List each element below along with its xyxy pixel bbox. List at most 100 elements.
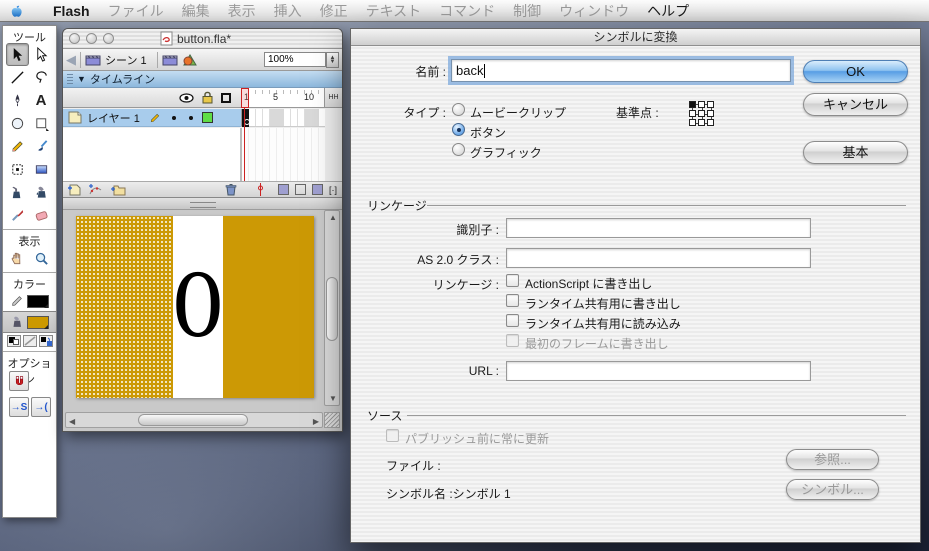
zoom-window-button[interactable] <box>103 33 114 44</box>
layer-row[interactable]: レイヤー 1 <box>63 109 241 127</box>
registration-point-left[interactable] <box>689 110 696 117</box>
checkbox-import-runtime-sharing[interactable] <box>506 314 519 327</box>
timeline-stage-splitter[interactable] <box>63 198 342 210</box>
frames-empty-area[interactable] <box>241 128 325 182</box>
zoom-stepper[interactable]: ▲▼ <box>326 52 339 68</box>
modify-onion-markers-button[interactable]: [·] <box>329 185 337 195</box>
pen-tool-icon[interactable] <box>6 89 29 112</box>
onion-skin-button[interactable] <box>278 184 289 195</box>
pencil-tool-icon[interactable] <box>6 135 29 158</box>
back-arrow-icon[interactable]: ◀ <box>66 52 76 68</box>
menu-insert[interactable]: 挿入 <box>265 0 311 22</box>
scene-name[interactable]: シーン 1 <box>105 52 147 68</box>
stroke-color-swatch[interactable] <box>27 295 49 308</box>
registration-point-right[interactable] <box>707 110 714 117</box>
selection-tool-icon[interactable] <box>6 43 29 66</box>
timeline-panel-header[interactable]: ▼ タイムライン <box>63 71 342 88</box>
menu-commands[interactable]: コマンド <box>430 0 504 22</box>
radio-movieclip-label[interactable]: ムービークリップ <box>470 104 566 121</box>
lock-icon[interactable] <box>202 91 213 104</box>
registration-grid[interactable] <box>689 101 715 127</box>
panel-grip-icon[interactable] <box>67 74 73 85</box>
menu-control[interactable]: 制御 <box>504 0 550 22</box>
frame-view-options-button[interactable]: HH <box>324 88 342 108</box>
menu-file[interactable]: ファイル <box>99 0 173 22</box>
edit-symbol-icon[interactable] <box>182 53 198 67</box>
outline-view-icon[interactable] <box>221 93 231 103</box>
close-button[interactable] <box>69 33 80 44</box>
add-motion-guide-button[interactable] <box>88 183 104 196</box>
radio-graphic-label[interactable]: グラフィック <box>470 144 542 161</box>
menu-flash[interactable]: Flash <box>44 0 99 22</box>
default-colors-button[interactable] <box>7 335 21 347</box>
minimize-button[interactable] <box>86 33 97 44</box>
add-folder-button[interactable] <box>110 183 127 196</box>
as2-class-field[interactable] <box>506 248 811 268</box>
timeline-ruler[interactable]: 1 5 10 <box>241 88 325 108</box>
scroll-down-arrow[interactable]: ▼ <box>329 394 337 403</box>
scroll-up-arrow[interactable]: ▲ <box>329 213 337 222</box>
horizontal-scrollbar[interactable]: ◀ ▶ <box>65 412 323 428</box>
scroll-right-arrow[interactable]: ▶ <box>313 417 319 426</box>
registration-point-topright[interactable] <box>707 101 714 108</box>
stage-canvas[interactable]: 0 <box>76 216 314 398</box>
radio-button-label[interactable]: ボタン <box>470 124 506 141</box>
smooth-button[interactable]: →S <box>9 397 29 417</box>
rectangle-tool-icon[interactable] <box>30 112 53 135</box>
identifier-field[interactable] <box>506 218 811 238</box>
eyedropper-tool-icon[interactable] <box>6 204 29 227</box>
edit-scene-icon[interactable] <box>162 53 178 66</box>
ok-button[interactable]: OK <box>803 60 908 83</box>
registration-point-bottomright[interactable] <box>707 119 714 126</box>
text-tool-icon[interactable]: A <box>30 89 53 112</box>
registration-point-top[interactable] <box>698 101 705 108</box>
checkbox-export-runtime-sharing[interactable] <box>506 294 519 307</box>
snap-magnet-button[interactable] <box>9 371 29 391</box>
menu-window[interactable]: ウィンドウ <box>550 0 638 22</box>
no-color-button[interactable] <box>23 335 37 347</box>
hand-tool-icon[interactable] <box>6 247 29 270</box>
zoom-tool-icon[interactable] <box>30 247 53 270</box>
fill-color-row[interactable] <box>3 312 56 332</box>
browse-button[interactable]: 参照... <box>786 449 879 470</box>
free-transform-tool-icon[interactable] <box>6 158 29 181</box>
fill-color-swatch[interactable] <box>27 316 49 329</box>
fill-transform-tool-icon[interactable] <box>30 158 53 181</box>
cancel-button[interactable]: キャンセル <box>803 93 908 116</box>
solid-fill-region[interactable] <box>223 216 314 398</box>
menu-modify[interactable]: 修正 <box>311 0 357 22</box>
menu-edit[interactable]: 編集 <box>173 0 219 22</box>
edit-multiple-frames-button[interactable] <box>312 184 323 195</box>
eraser-tool-icon[interactable] <box>30 204 53 227</box>
menu-view[interactable]: 表示 <box>219 0 265 22</box>
delete-layer-trash-button[interactable] <box>225 183 237 196</box>
checkbox-import-runtime-sharing-label[interactable]: ランタイム共有用に読み込み <box>525 315 681 332</box>
symbol-name-field[interactable]: back <box>451 59 791 82</box>
layer-list-empty-area[interactable] <box>63 128 241 182</box>
registration-point-center[interactable] <box>698 110 705 117</box>
registration-point-bottomleft[interactable] <box>689 119 696 126</box>
registration-point-topleft[interactable] <box>689 101 696 108</box>
radio-button[interactable] <box>452 123 465 136</box>
swap-colors-button[interactable] <box>39 335 53 347</box>
scroll-left-arrow[interactable]: ◀ <box>69 417 75 426</box>
registration-point-bottom[interactable] <box>698 119 705 126</box>
radio-graphic[interactable] <box>452 143 465 156</box>
layer-visible-dot[interactable] <box>172 116 176 120</box>
url-field[interactable] <box>506 361 811 381</box>
basic-button[interactable]: 基本 <box>803 141 908 164</box>
subselection-tool-icon[interactable] <box>30 43 53 66</box>
layer-name[interactable]: レイヤー 1 <box>87 110 140 126</box>
playhead-frame-box[interactable] <box>241 88 249 108</box>
onion-skin-outlines-button[interactable] <box>295 184 306 195</box>
apple-menu[interactable] <box>0 0 30 22</box>
lasso-tool-icon[interactable] <box>30 66 53 89</box>
document-titlebar[interactable]: button.fla* <box>63 29 342 49</box>
line-tool-icon[interactable] <box>6 66 29 89</box>
checkbox-export-runtime-sharing-label[interactable]: ランタイム共有用に書き出し <box>525 295 681 312</box>
oval-tool-icon[interactable] <box>6 112 29 135</box>
symbol-button[interactable]: シンボル... <box>786 479 879 500</box>
paint-bucket-tool-icon[interactable] <box>30 181 53 204</box>
checkbox-export-actionscript-label[interactable]: ActionScript に書き出し <box>525 275 652 292</box>
stroke-color-row[interactable] <box>3 291 56 311</box>
